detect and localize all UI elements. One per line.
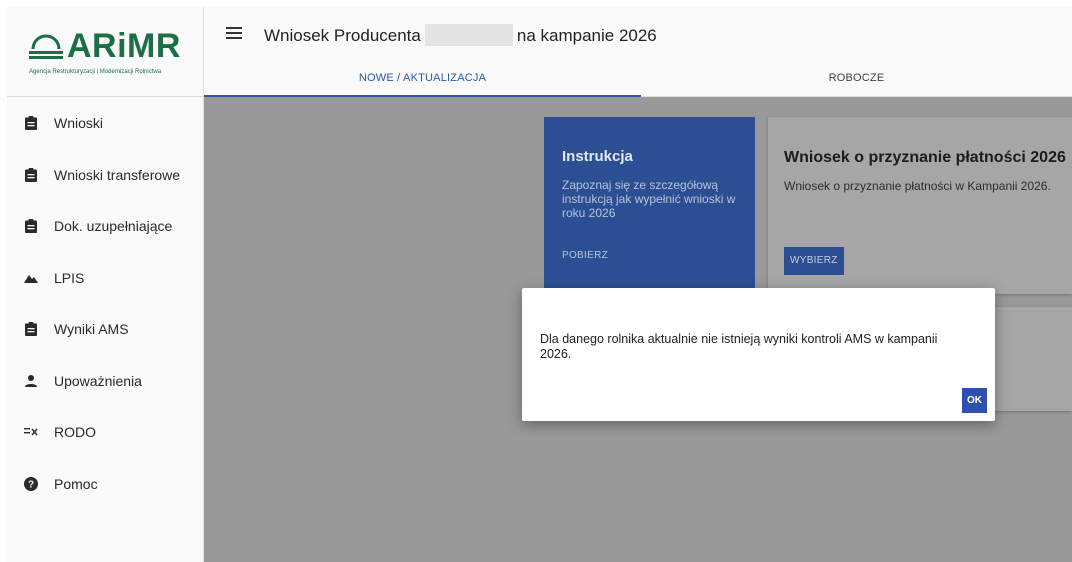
redacted-name: [424, 24, 513, 46]
select-button[interactable]: WYBIERZ: [784, 247, 844, 275]
clipboard-icon: [24, 219, 38, 233]
payment-application-card: Wniosek o przyznanie płatności 2026 Wnio…: [768, 117, 1072, 294]
sidebar-item-label: Wnioski: [54, 115, 104, 131]
dialog-message: Dla danego rolnika aktualnie nie istniej…: [540, 332, 938, 361]
sidebar-item-label: Dok. uzupełniające: [54, 218, 173, 234]
download-button[interactable]: POBIERZ: [562, 250, 608, 261]
svg-text:?: ?: [28, 480, 34, 491]
sidebar-item-lpis[interactable]: LPIS: [7, 258, 204, 298]
sidebar: ARiMR Agencja Restrukturyzacji i Moderni…: [7, 7, 204, 562]
hamburger-menu-icon[interactable]: [226, 27, 242, 39]
terrain-icon: [24, 271, 38, 285]
sidebar-item-label: Wyniki AMS: [54, 321, 129, 337]
list-x-icon: [24, 425, 38, 439]
sidebar-item-wyniki-ams[interactable]: Wyniki AMS: [7, 309, 204, 349]
sidebar-item-wnioski[interactable]: Wnioski: [7, 103, 204, 143]
instruction-card-description: Zapoznaj się ze szczegółową instrukcją j…: [562, 178, 736, 220]
tab-nowe-aktualizacja[interactable]: NOWE / AKTUALIZACJA: [204, 65, 641, 97]
arimr-logo-icon: [29, 34, 63, 59]
tab-robocze[interactable]: ROBOCZE: [641, 65, 1072, 97]
sidebar-item-label: Wnioski transferowe: [54, 167, 181, 183]
sidebar-item-upowaznienia[interactable]: Upoważnienia: [7, 361, 204, 401]
page-title: Wniosek Producenta na kampanie 2026: [264, 24, 657, 46]
logo: ARiMR Agencja Restrukturyzacji i Moderni…: [7, 7, 203, 97]
clipboard-icon: [24, 168, 38, 182]
alert-dialog: Dla danego rolnika aktualnie nie istniej…: [522, 288, 995, 421]
instruction-card: Instrukcja Zapoznaj się ze szczegółową i…: [544, 117, 755, 294]
payment-card-description: Wniosek o przyznanie płatności w Kampani…: [784, 179, 1051, 193]
logo-name: ARiMR: [67, 27, 181, 65]
logo-subtitle: Agencja Restrukturyzacji i Modernizacji …: [29, 69, 162, 75]
sidebar-item-label: Pomoc: [54, 476, 98, 492]
sidebar-item-rodo[interactable]: RODO: [7, 412, 204, 452]
app-root: ARiMR Agencja Restrukturyzacji i Moderni…: [7, 7, 1072, 562]
sidebar-item-label: RODO: [54, 424, 96, 440]
sidebar-item-label: LPIS: [54, 270, 85, 286]
help-icon: ?: [24, 477, 38, 491]
sidebar-item-pomoc[interactable]: ? Pomoc: [7, 464, 204, 504]
payment-card-title: Wniosek o przyznanie płatności 2026: [784, 149, 1066, 166]
clipboard-icon: [24, 116, 38, 130]
instruction-card-title: Instrukcja: [562, 148, 633, 165]
person-icon: [24, 374, 38, 388]
header: Wniosek Producenta na kampanie 2026 NOWE …: [204, 7, 1072, 97]
title-prefix: Wniosek Producenta: [264, 26, 421, 45]
sidebar-item-dok-uzupelniajace[interactable]: Dok. uzupełniające: [7, 206, 204, 246]
sidebar-item-label: Upoważnienia: [54, 373, 142, 389]
title-suffix: na kampanie 2026: [516, 26, 657, 45]
clipboard-icon: [24, 322, 38, 336]
sidebar-item-wnioski-transferowe[interactable]: Wnioski transferowe: [7, 155, 204, 195]
ok-button[interactable]: OK: [962, 388, 987, 413]
